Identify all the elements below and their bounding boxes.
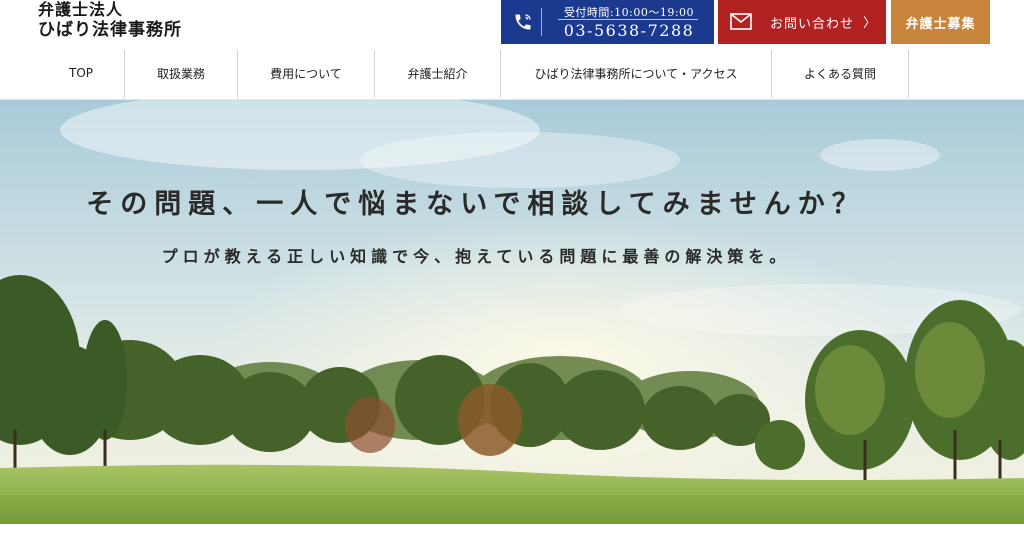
hero-title: その問題、一人で悩まないで相談してみませんか？ [86, 189, 866, 220]
nav-item-fees[interactable]: 費用について [238, 48, 374, 98]
nav-item-about-access[interactable]: ひばり法律事務所について・アクセス [501, 48, 771, 98]
nav-item-lawyers[interactable]: 弁護士紹介 [375, 48, 500, 98]
site-header: 弁護士法人 ひばり法律事務所 受付時間:10:00〜19:00 03-5638-… [0, 0, 1024, 46]
phone-contact-box[interactable]: 受付時間:10:00〜19:00 03-5638-7288 [501, 0, 714, 44]
nav-item-top[interactable]: TOP [38, 48, 124, 98]
recruit-button[interactable]: 弁護士募集 [891, 0, 990, 44]
hero-section: その問題、一人で悩まないで相談してみませんか？ プロが教える正しい知識で今、抱え… [0, 100, 1024, 524]
nav-item-services[interactable]: 取扱業務 [125, 48, 237, 98]
recruit-button-label: 弁護士募集 [905, 17, 976, 32]
site-logo[interactable]: 弁護士法人 ひばり法律事務所 [38, 0, 182, 40]
phone-icon [515, 14, 531, 30]
mail-icon [730, 13, 752, 30]
logo-line1: 弁護士法人 [38, 0, 124, 19]
global-nav: TOP 取扱業務 費用について 弁護士紹介 ひばり法律事務所について・アクセス … [0, 46, 1024, 100]
hours-underline [558, 19, 698, 20]
nav-item-faq[interactable]: よくある質問 [772, 48, 908, 98]
contact-button[interactable]: お問い合わせ 〉 [718, 0, 886, 44]
phone-number[interactable]: 03-5638-7288 [556, 21, 702, 40]
chevron-right-icon: 〉 [862, 16, 876, 31]
hero-background-image [0, 100, 1024, 524]
contact-button-label: お問い合わせ [770, 17, 855, 32]
logo-line2: ひばり法律事務所 [38, 20, 182, 40]
nav-divider [908, 50, 909, 98]
phone-divider [541, 8, 542, 36]
reception-hours: 受付時間:10:00〜19:00 [563, 6, 695, 19]
hero-subtitle: プロが教える正しい知識で今、抱えている問題に最善の解決策を。 [161, 247, 791, 266]
